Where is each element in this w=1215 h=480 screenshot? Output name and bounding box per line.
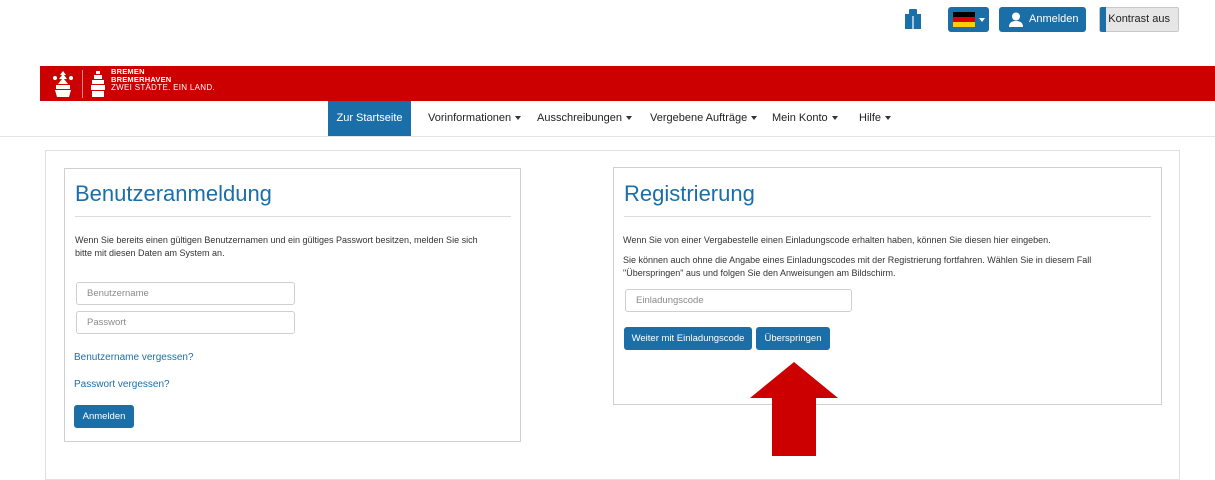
brand-tagline: ZWEI STÄDTE. EIN LAND. <box>111 83 215 92</box>
logo-divider <box>82 70 83 98</box>
nav-item-hilfe[interactable]: Hilfe <box>859 101 892 136</box>
bremen-coat-of-arms-icon[interactable] <box>52 69 74 98</box>
login-intro-line2: bitte mit diesen Daten am System an. <box>75 248 225 258</box>
nav-item-vorinformationen[interactable]: Vorinformationen <box>428 101 522 136</box>
language-select[interactable] <box>948 7 989 32</box>
header-login-button[interactable]: Anmelden <box>999 7 1086 32</box>
user-icon <box>1009 12 1023 27</box>
forgot-password-link[interactable]: Passwort vergessen? <box>74 379 170 390</box>
nav-item-label: Vergebene Aufträge <box>650 112 748 124</box>
nav-item-label: Hilfe <box>859 112 882 124</box>
nav-item-mein-konto[interactable]: Mein Konto <box>772 101 838 136</box>
chevron-down-icon <box>885 116 892 121</box>
forgot-username-link[interactable]: Benutzername vergessen? <box>74 352 194 363</box>
nav-item-label: Ausschreibungen <box>537 112 623 124</box>
registration-title: Registrierung <box>624 181 755 206</box>
nav-item-label: Vorinformationen <box>428 112 512 124</box>
arrow-up-icon <box>750 362 838 456</box>
chevron-down-icon <box>979 18 985 22</box>
chevron-down-icon <box>626 116 633 121</box>
skip-button[interactable]: Überspringen <box>756 327 830 350</box>
registration-skip-info-line2: "Überspringen" aus und folgen Sie den An… <box>623 268 896 278</box>
login-intro-line1: Wenn Sie bereits einen gültigen Benutzer… <box>75 235 478 245</box>
login-submit-button[interactable]: Anmelden <box>74 405 134 428</box>
nav-divider <box>0 136 1215 137</box>
contrast-toggle[interactable]: Kontrast aus <box>1099 7 1179 32</box>
book-icon[interactable] <box>903 8 923 30</box>
password-input[interactable] <box>76 311 295 334</box>
login-title: Benutzeranmeldung <box>75 181 272 206</box>
registration-title-divider <box>624 216 1151 217</box>
flag-germany-icon <box>953 12 975 27</box>
chevron-down-icon <box>831 116 838 121</box>
chevron-down-icon <box>515 116 522 121</box>
header-login-label: Anmelden <box>1029 13 1079 25</box>
login-title-divider <box>75 216 511 217</box>
bremerhaven-emblem-icon[interactable] <box>90 69 106 98</box>
login-panel <box>64 168 521 442</box>
nav-item-label: Mein Konto <box>772 112 828 124</box>
registration-intro: Wenn Sie von einer Vergabestelle einen E… <box>623 235 1051 245</box>
registration-skip-info-line1: Sie können auch ohne die Angabe eines Ei… <box>623 255 1092 265</box>
nav-item-ausschreibungen[interactable]: Ausschreibungen <box>537 101 633 136</box>
continue-with-code-button[interactable]: Weiter mit Einladungscode <box>624 327 752 350</box>
invitation-code-input[interactable] <box>625 289 852 312</box>
brand-bar <box>40 66 1215 101</box>
username-input[interactable] <box>76 282 295 305</box>
nav-item-vergebene-auftraege[interactable]: Vergebene Aufträge <box>650 101 758 136</box>
nav-home-tab[interactable]: Zur Startseite <box>328 101 411 136</box>
chevron-down-icon <box>751 116 758 121</box>
